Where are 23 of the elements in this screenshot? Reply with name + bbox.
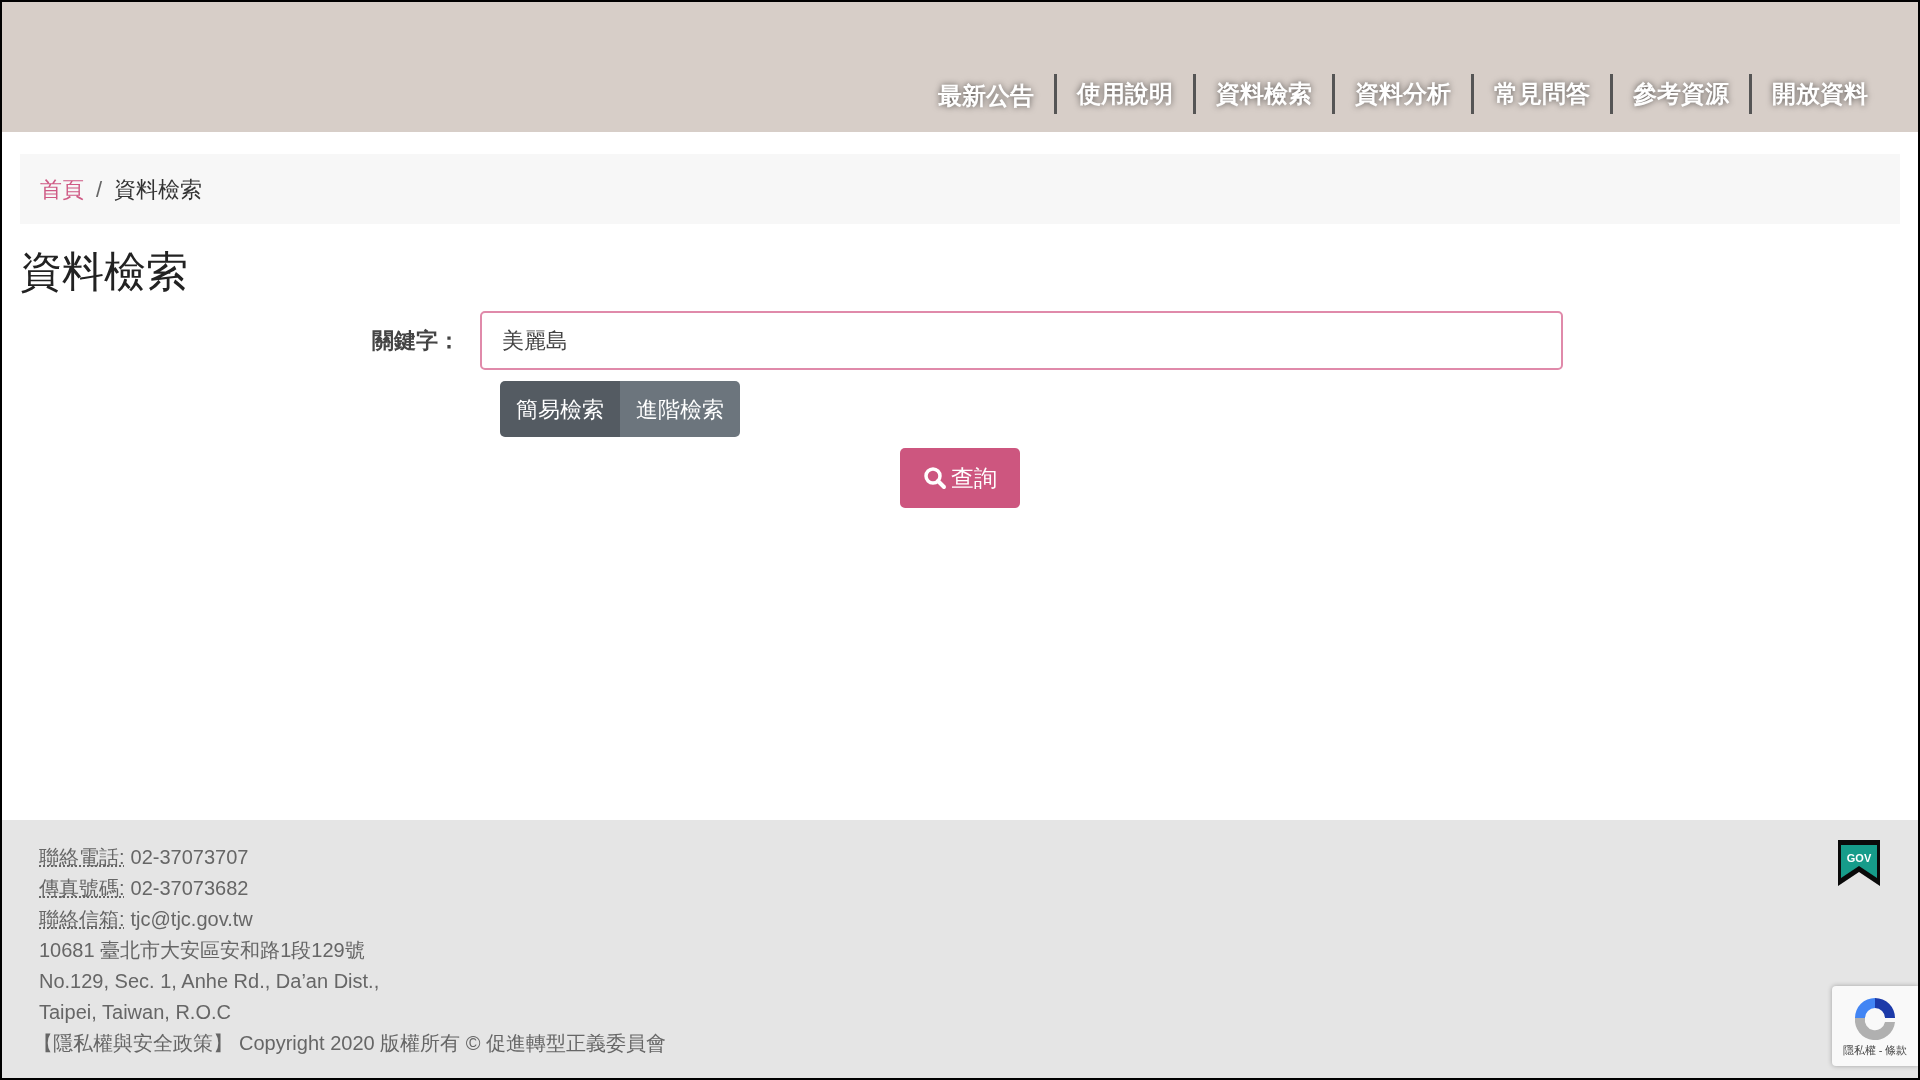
address-line: Taipei, Taiwan, R.O.C bbox=[39, 1000, 231, 1025]
address-line: 10681 臺北市大安區安和路1段129號 bbox=[39, 938, 365, 963]
search-mode-tab[interactable]: 進階檢索 bbox=[620, 381, 740, 437]
contact-value: 02-37073707 bbox=[130, 845, 249, 870]
keyword-input[interactable]: 美麗島 bbox=[480, 311, 1563, 370]
contact-value: tjc@tjc.gov.tw bbox=[130, 907, 253, 932]
address-line: No.129, Sec. 1, Anhe Rd., Da’an Dist., bbox=[39, 969, 380, 994]
contact-label: 傳真號碼: bbox=[39, 876, 125, 901]
gov-badge: GOV bbox=[1838, 840, 1880, 886]
recaptcha-links[interactable]: 隱私權 - 條款 bbox=[1842, 1041, 1908, 1059]
copyright-text: Copyright 2020 版權所有 © 促進轉型正義委員會 bbox=[239, 1031, 667, 1056]
breadcrumb-current: 資料檢索 bbox=[114, 175, 203, 204]
breadcrumb-separator: / bbox=[96, 175, 103, 204]
contact-label: 聯絡電話: bbox=[39, 845, 125, 870]
search-button[interactable]: 查詢 bbox=[900, 448, 1020, 508]
search-mode-tab[interactable]: 簡易檢索 bbox=[500, 381, 620, 437]
contact-label: 聯絡信箱: bbox=[39, 907, 125, 932]
breadcrumb-link[interactable]: 首頁 bbox=[40, 172, 84, 206]
page-title: 資料檢索 bbox=[20, 247, 189, 297]
keyword-label: 關鍵字： bbox=[371, 327, 461, 355]
privacy-link[interactable]: 【隱私權與安全政策】 bbox=[33, 1028, 233, 1059]
search-icon bbox=[923, 466, 947, 490]
contact-value: 02-37073682 bbox=[130, 876, 249, 901]
